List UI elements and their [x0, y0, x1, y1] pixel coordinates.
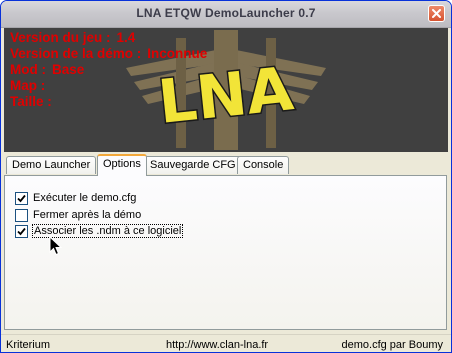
close-icon	[432, 9, 441, 18]
close-button[interactable]	[428, 5, 445, 22]
window-title: LNA ETQW DemoLauncher 0.7	[136, 6, 316, 20]
demo-version-value: Inconnue	[147, 46, 208, 61]
tab-options[interactable]: Options	[97, 154, 147, 176]
checkmark-icon	[17, 194, 26, 202]
tab-strip: Demo Launcher Options Sauvegarde CFG Con…	[4, 154, 448, 176]
banner: LNA Version du jeu :1.4 Version de la dé…	[4, 28, 448, 152]
map-label: Map :	[10, 78, 46, 93]
status-author: Kriterium	[6, 339, 51, 351]
status-bar: Kriterium http://www.clan-lna.fr demo.cf…	[1, 334, 451, 352]
game-version-label: Version du jeu :	[10, 30, 111, 45]
status-website-link[interactable]: http://www.clan-lna.fr	[166, 339, 268, 351]
demo-version-label: Version de la démo :	[10, 46, 142, 61]
run-demo-cfg-checkbox[interactable]	[15, 191, 28, 205]
tab-console[interactable]: Console	[237, 156, 290, 174]
checkmark-icon	[17, 227, 26, 235]
game-version-value: 1.4	[116, 30, 136, 45]
mod-value: Base	[52, 62, 85, 77]
options-panel: Exécuter le demo.cfg Fermer après la dém…	[4, 175, 447, 330]
size-label: Taille :	[10, 94, 52, 109]
option-run-demo-cfg[interactable]: Exécuter le demo.cfg	[15, 190, 136, 206]
title-bar[interactable]: LNA ETQW DemoLauncher 0.7	[1, 1, 451, 28]
option-associate-ndm[interactable]: Associer les .ndm à ce logiciel	[15, 223, 184, 239]
mouse-pointer-icon	[49, 236, 63, 256]
status-credit: demo.cfg par Boumy	[341, 339, 444, 351]
option-close-after-demo[interactable]: Fermer après la démo	[15, 207, 141, 223]
close-after-demo-checkbox[interactable]	[15, 208, 28, 222]
associate-ndm-checkbox[interactable]	[15, 224, 28, 238]
mod-label: Mod :	[10, 62, 46, 77]
app-window: LNA ETQW DemoLauncher 0.7 LNA Version du…	[0, 0, 452, 353]
tab-demo-launcher[interactable]: Demo Launcher	[6, 156, 97, 174]
tab-sauvegarde-cfg[interactable]: Sauvegarde CFG	[144, 156, 242, 174]
run-demo-cfg-label: Exécuter le demo.cfg	[33, 192, 137, 204]
close-after-demo-label: Fermer après la démo	[33, 209, 142, 221]
game-info: Version du jeu : 1.4 Version de la démo :…	[10, 30, 207, 110]
